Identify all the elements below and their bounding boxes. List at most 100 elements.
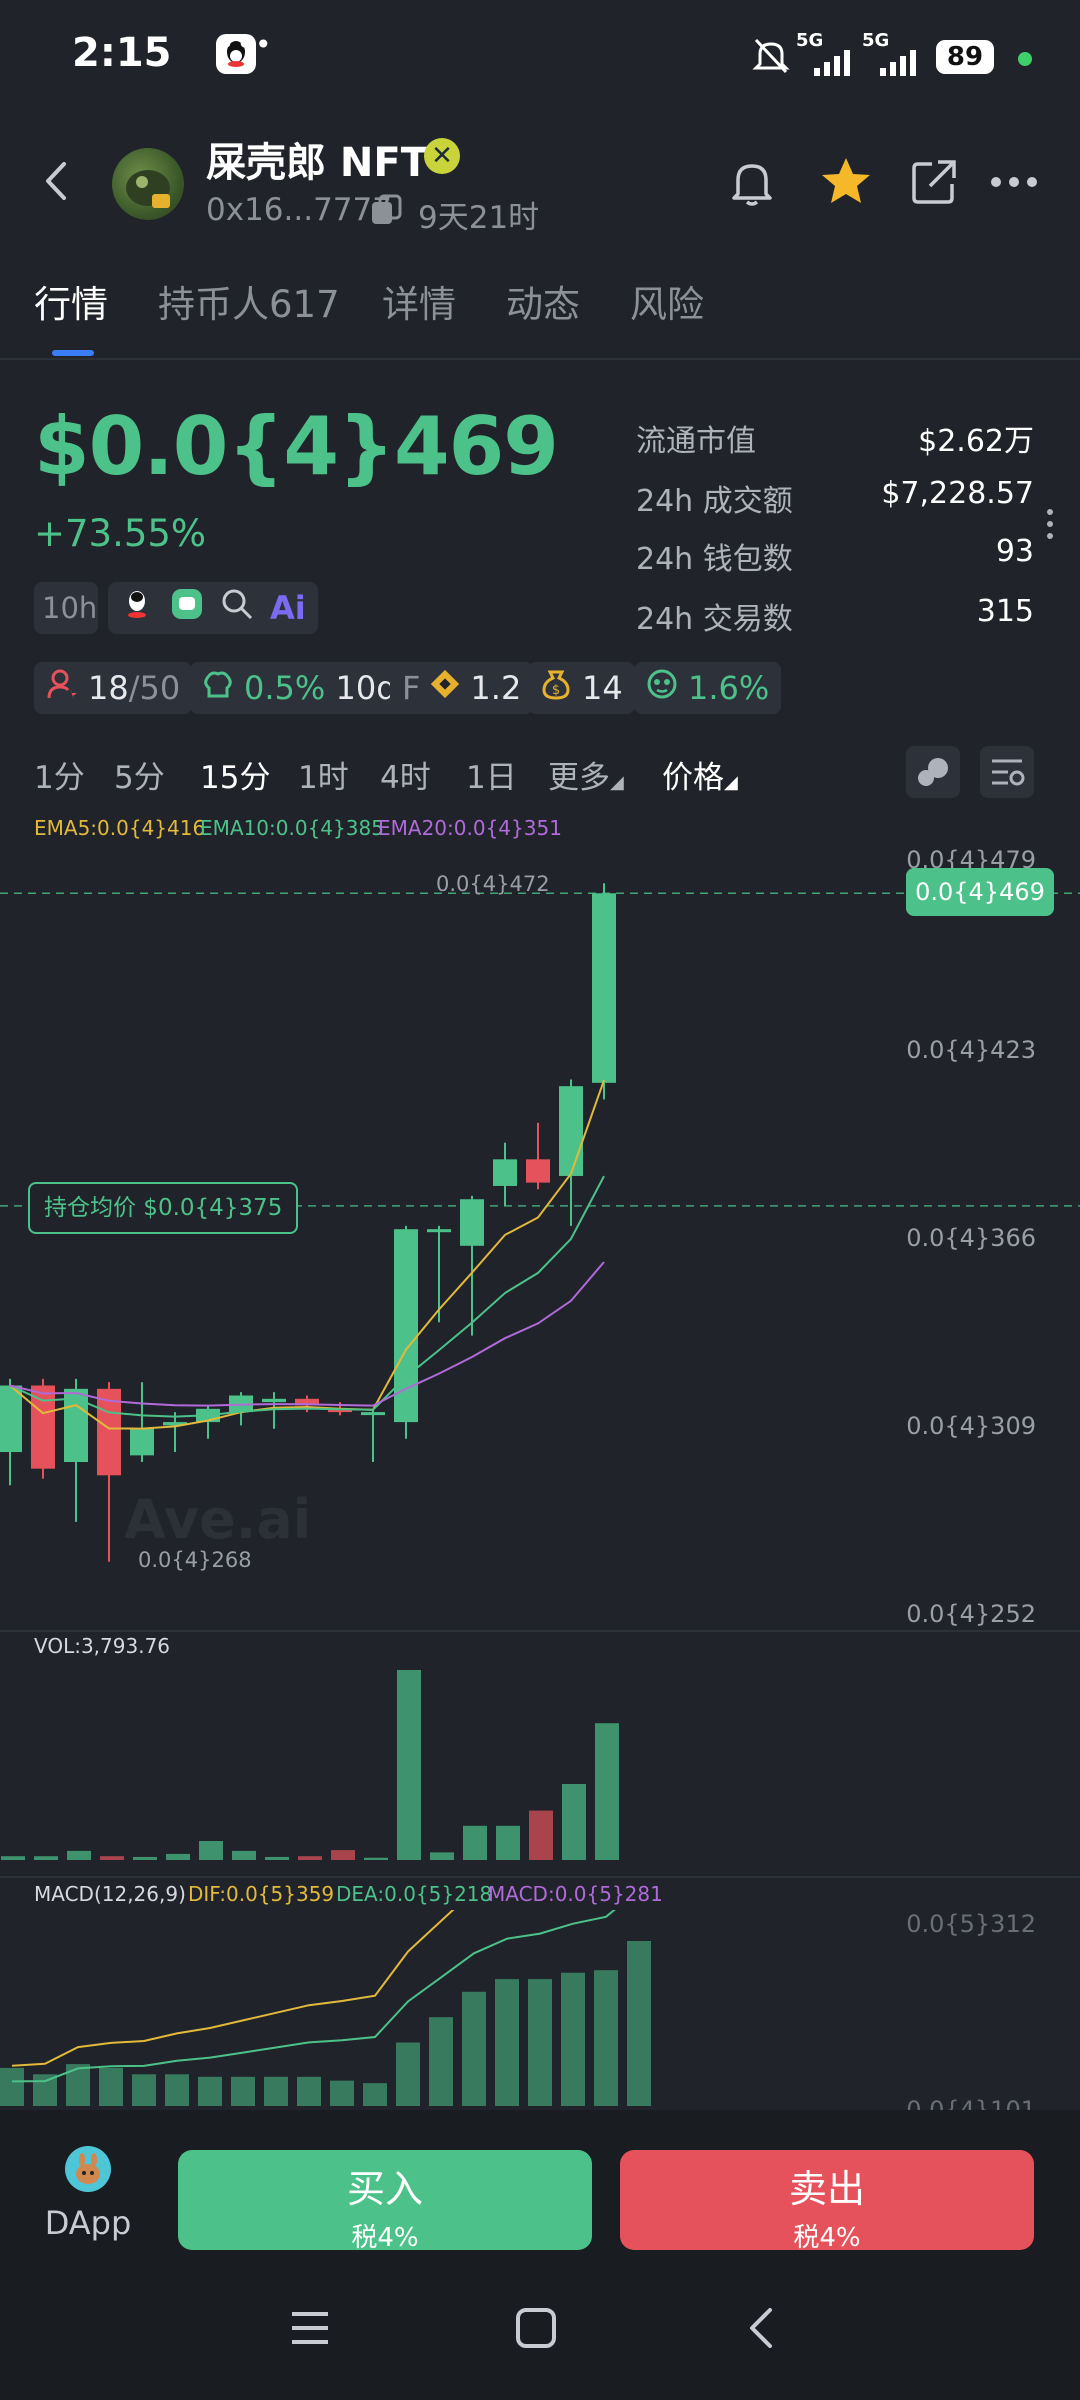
avg-cost-label[interactable]: 持仓均价 $0.0{4}375 <box>28 1182 299 1234</box>
holders-chip: 18/50 <box>34 662 193 714</box>
price-mode-dropdown[interactable]: 价格◢ <box>662 752 738 797</box>
price-label: 价格 <box>662 760 724 796</box>
face-percent: 1.6% <box>688 669 770 707</box>
current-price: $0.0{4}469 <box>34 400 559 493</box>
macd-bar <box>99 2067 123 2106</box>
interval-5m[interactable]: 5分 <box>114 752 165 797</box>
more-options-icon[interactable] <box>988 164 1040 204</box>
age-label: 10h <box>42 591 98 625</box>
more-intervals-dropdown[interactable]: 更多◢ <box>548 752 624 797</box>
buy-tax: 税4% <box>351 2223 419 2253</box>
dapp-button[interactable]: DApp <box>40 2146 136 2256</box>
volume-bar <box>595 1723 619 1860</box>
volume-bar <box>1 1856 25 1860</box>
bag-value: 14 <box>582 669 623 707</box>
stat-value: 93 <box>995 534 1034 569</box>
token-address: 0x16...7777 <box>206 192 392 228</box>
volume-bar <box>265 1856 289 1860</box>
stat-value: $7,228.57 <box>881 476 1034 511</box>
volume-bar <box>199 1841 223 1860</box>
back-button[interactable] <box>36 156 76 206</box>
macd-bar <box>429 2017 453 2106</box>
chef-hat-icon <box>202 668 234 708</box>
interval-1h[interactable]: 1时 <box>298 752 349 797</box>
interval-1d[interactable]: 1日 <box>466 752 517 797</box>
section-divider <box>0 1876 1080 1878</box>
candle-body <box>427 1229 451 1233</box>
current-price-tag: 0.0{4}469 <box>906 868 1054 916</box>
ai-icon[interactable]: Ai <box>270 589 306 627</box>
copy-icon[interactable] <box>368 192 404 232</box>
interval-15m[interactable]: 15分 <box>200 752 270 797</box>
volume-bar <box>100 1856 124 1860</box>
chart-settings-button[interactable] <box>980 746 1034 798</box>
token-age: 9天21时 <box>418 200 540 236</box>
alien-face-icon <box>646 668 678 708</box>
stat-label: 24h 钱包数 <box>636 542 793 577</box>
buy-button[interactable]: 买入 税4% <box>178 2150 592 2253</box>
battery-indicator: 89 <box>936 40 994 74</box>
volume-bar <box>364 1857 388 1860</box>
dropdown-arrow-icon: ◢ <box>724 772 738 793</box>
ema5-line <box>9 1079 605 1430</box>
candle-body <box>592 893 616 1083</box>
user-icon <box>46 668 78 708</box>
dapp-label: DApp <box>44 2204 132 2242</box>
interval-1m[interactable]: 1分 <box>34 752 85 797</box>
indicator-toggle-button[interactable] <box>906 746 960 798</box>
candle-body <box>262 1398 286 1403</box>
side-menu-icon[interactable] <box>1044 506 1056 546</box>
tab-risk[interactable]: 风险 <box>630 274 704 328</box>
candle-body <box>526 1159 550 1183</box>
time-chip: 10h <box>34 582 98 634</box>
sell-button[interactable]: 卖出 税4% <box>620 2150 1034 2253</box>
stat-value: $2.62万 <box>918 424 1034 459</box>
more-label: 更多 <box>548 760 610 796</box>
bell-icon[interactable] <box>726 156 778 212</box>
nav-home-icon[interactable] <box>514 2306 558 2354</box>
macd-bar <box>363 2083 387 2106</box>
sell-tax: 税4% <box>793 2223 861 2253</box>
volume-bar <box>34 1856 58 1860</box>
stat-value: 315 <box>976 594 1034 629</box>
svg-text:$: $ <box>552 683 560 698</box>
volume-bar <box>562 1784 586 1860</box>
ema20-line <box>9 1261 605 1407</box>
macd-bar <box>627 1941 651 2106</box>
nav-menu-icon[interactable] <box>288 2308 332 2352</box>
volume-bar <box>67 1850 91 1860</box>
ema10-legend: EMA10:0.0{4}385 <box>200 816 384 840</box>
favorite-star-icon[interactable] <box>818 154 874 214</box>
y-axis-label: 0.0{4}423 <box>906 1036 1036 1064</box>
tab-divider <box>0 358 1080 360</box>
share-icon[interactable] <box>908 156 960 212</box>
search-icon[interactable] <box>220 587 254 629</box>
macd-dea: DEA:0.0{5}218 <box>336 1882 493 1906</box>
wechat-icon[interactable] <box>170 587 204 629</box>
fee-value: 1.2 <box>470 669 522 707</box>
volume-label: VOL:3,793.76 <box>34 1634 171 1658</box>
macd-axis-bottom: 0.0{4}101 <box>906 2096 1036 2110</box>
macd-bar <box>495 1979 519 2106</box>
tab-activity[interactable]: 动态 <box>506 274 580 328</box>
interval-4h[interactable]: 4时 <box>380 752 431 797</box>
macd-bar <box>132 2074 156 2106</box>
volume-bar <box>397 1670 421 1860</box>
volume-bar <box>331 1850 355 1860</box>
macd-label: MACD(12,26,9) <box>34 1882 186 1906</box>
signal-1-icon: 5G <box>796 30 856 76</box>
tab-market[interactable]: 行情 <box>34 274 108 328</box>
tab-details[interactable]: 详情 <box>382 274 456 328</box>
more-dots-icon: ••• <box>218 28 274 61</box>
volume-bar <box>232 1850 256 1860</box>
qq-icon[interactable] <box>120 587 154 629</box>
tab-holders[interactable]: 持币人617 <box>158 274 340 328</box>
macd-bar <box>297 2076 321 2106</box>
dev-chip: 0.5% 10d <box>190 662 409 714</box>
candle-body <box>0 1385 22 1453</box>
verified-icon: ✕ <box>424 138 460 174</box>
nav-back-icon[interactable] <box>744 2304 778 2356</box>
status-time: 2:15 <box>72 30 172 76</box>
macd-bar <box>528 1979 552 2106</box>
candle-body <box>361 1412 385 1416</box>
